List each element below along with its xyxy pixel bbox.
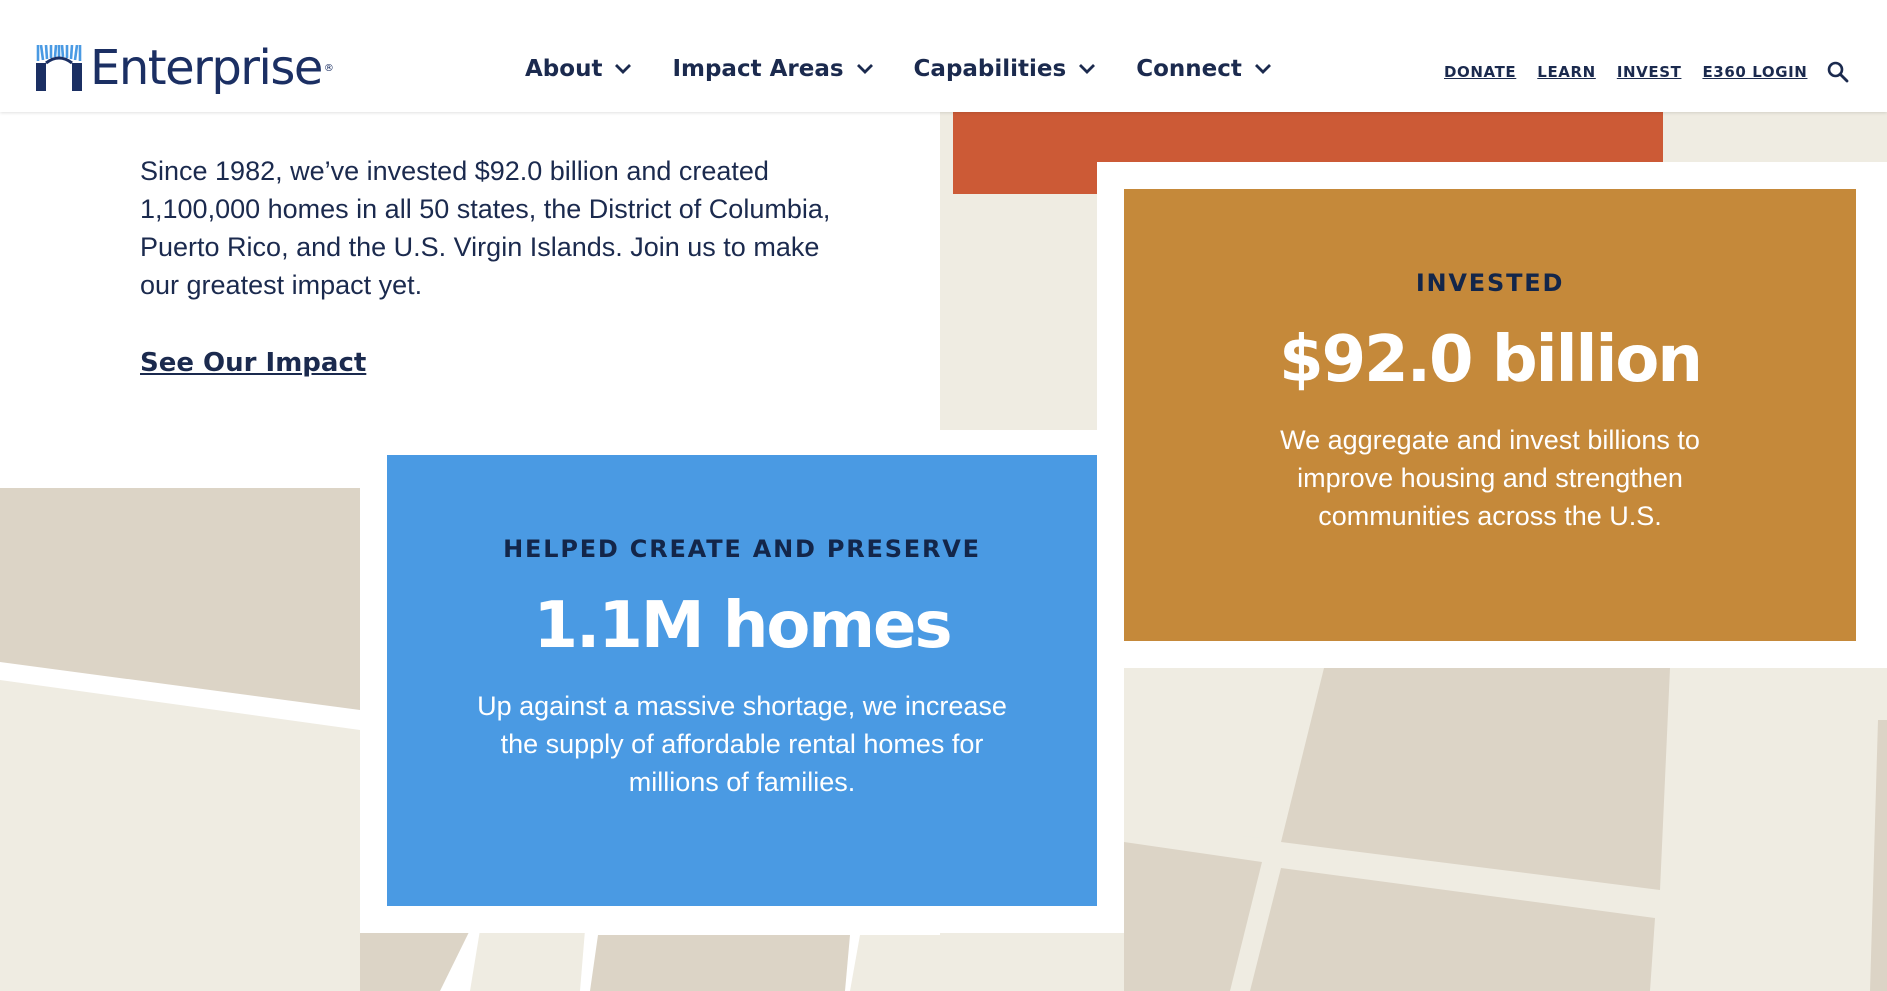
chevron-down-icon (615, 64, 632, 74)
e360-login-link[interactable]: E360 LOGIN (1702, 63, 1807, 81)
main-navigation: About Impact Areas Capabilities Connect (525, 56, 1312, 82)
nav-item-about[interactable]: About (525, 56, 632, 82)
invest-link[interactable]: INVEST (1617, 63, 1682, 81)
stat-description: Up against a massive shortage, we increa… (477, 691, 1007, 797)
nav-item-label: Capabilities (913, 56, 1067, 82)
intro-paragraph: Since 1982, we’ve invested $92.0 billion… (140, 156, 831, 300)
enterprise-logo-icon (36, 45, 82, 91)
stat-value: 1.1M homes (533, 589, 952, 663)
site-header: Enterprise ® About Impact Areas Capabilit… (0, 0, 1887, 112)
stat-value: $92.0 billion (1279, 323, 1703, 397)
brand-logo[interactable]: Enterprise ® (36, 40, 334, 96)
registered-mark: ® (323, 62, 334, 74)
learn-link[interactable]: LEARN (1537, 63, 1596, 81)
nav-item-label: Connect (1136, 56, 1242, 82)
nav-item-label: Impact Areas (672, 56, 844, 82)
chevron-down-icon (1254, 64, 1271, 74)
nav-item-label: About (525, 56, 603, 82)
stat-description: We aggregate and invest billions to impr… (1280, 425, 1700, 531)
see-our-impact-link[interactable]: See Our Impact (140, 348, 366, 378)
stat-label: HELPED CREATE AND PRESERVE (503, 535, 981, 563)
stat-card-homes: HELPED CREATE AND PRESERVE 1.1M homes Up… (387, 455, 1097, 906)
nav-item-impact-areas[interactable]: Impact Areas (672, 56, 873, 82)
stat-label: INVESTED (1415, 269, 1565, 297)
stat-card-invested: INVESTED $92.0 billion We aggregate and … (1124, 189, 1856, 641)
search-icon[interactable] (1826, 60, 1850, 84)
donate-link[interactable]: DONATE (1444, 63, 1516, 81)
nav-item-capabilities[interactable]: Capabilities (914, 56, 1097, 82)
chevron-down-icon (856, 64, 873, 74)
chevron-down-icon (1079, 64, 1096, 74)
nav-item-connect[interactable]: Connect (1136, 56, 1272, 82)
utility-navigation: DONATE LEARN INVEST E360 LOGIN (1444, 60, 1850, 84)
brand-name: Enterprise (90, 40, 323, 96)
